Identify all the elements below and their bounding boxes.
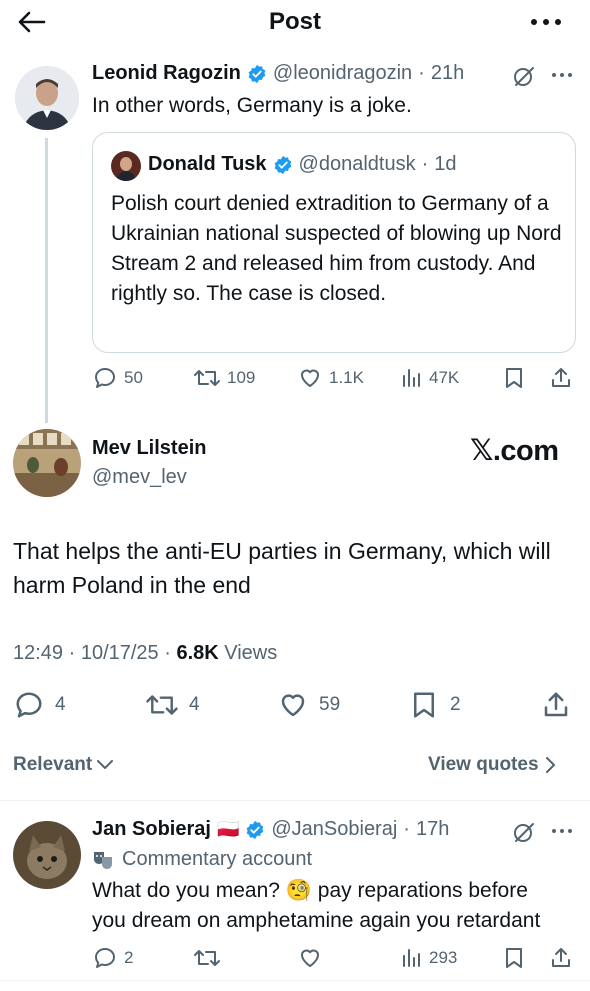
reply-grok-button[interactable]	[512, 820, 536, 844]
flag-emoji: 🇵🇱	[216, 819, 240, 839]
sort-label: Relevant	[13, 754, 93, 775]
reply-author-handle[interactable]: @JanSobieraj	[271, 818, 397, 841]
post-header: Leonid Ragozin @leonidragozin · 21h	[92, 62, 465, 85]
share-icon	[552, 368, 570, 387]
more-horizontal-icon	[531, 19, 561, 25]
post-timestamp: 12:49 · 10/17/25 · 6.8K Views	[13, 642, 277, 665]
bookmark-icon	[506, 948, 522, 968]
reply-avatar[interactable]	[13, 821, 81, 889]
reply-like-button[interactable]	[297, 946, 323, 970]
quote-author-handle: @donaldtusk	[298, 153, 416, 175]
reply-text-line-2: you dream on amphetamine again you retar…	[92, 909, 541, 932]
post-time[interactable]: 21h	[431, 62, 464, 85]
quote-header: Donald Tusk @donaldtusk · 1d	[148, 153, 457, 175]
share-button[interactable]	[549, 366, 573, 390]
grok-button[interactable]	[512, 64, 536, 88]
main-author-name[interactable]: Mev Lilstein	[92, 437, 206, 460]
main-reply-button[interactable]: 4	[13, 690, 66, 720]
sort-relevant-dropdown[interactable]: Relevant	[13, 754, 114, 776]
author-name[interactable]: Leonid Ragozin	[92, 62, 241, 85]
divider	[0, 800, 590, 801]
bottom-divider	[0, 980, 590, 981]
reply-icon	[95, 368, 115, 388]
timestamp-text: 12:49 · 10/17/25 ·	[13, 642, 177, 664]
repost-button[interactable]: 109	[193, 366, 255, 390]
post-more-button[interactable]	[551, 72, 573, 78]
reply-reply-count: 2	[124, 948, 134, 967]
commentary-label: Commentary account	[92, 848, 312, 871]
main-post-text: That helps the anti-EU parties in German…	[13, 538, 551, 598]
more-horizontal-icon	[552, 73, 572, 77]
main-bookmark-count: 2	[450, 694, 461, 715]
share-icon	[544, 692, 568, 717]
main-bookmark-button[interactable]: 2	[410, 690, 461, 720]
repost-icon	[194, 370, 220, 386]
more-horizontal-icon	[552, 829, 572, 833]
heart-icon	[301, 949, 319, 967]
views-button[interactable]: 47K	[401, 366, 459, 390]
reply-more-button[interactable]	[551, 828, 573, 834]
reply-reply-button[interactable]: 2	[92, 946, 133, 970]
like-count: 1.1K	[329, 368, 364, 387]
views-chart-icon	[403, 949, 420, 967]
author-handle[interactable]: @leonidragozin	[273, 62, 412, 85]
reply-views-button[interactable]: 293	[401, 946, 457, 970]
views-chart-icon	[403, 369, 420, 387]
bookmark-icon	[506, 368, 522, 388]
main-like-button[interactable]: 59	[277, 690, 340, 720]
verified-badge-icon	[247, 820, 264, 839]
views-label: Views	[218, 642, 278, 664]
page-title: Post	[268, 8, 321, 35]
chevron-down-icon	[97, 760, 114, 769]
verified-badge-icon	[248, 64, 266, 83]
post-text: In other words, Germany is a joke.	[92, 94, 412, 117]
reply-icon	[16, 692, 42, 718]
main-reply-count: 4	[55, 694, 66, 715]
heart-icon	[301, 369, 319, 387]
heart-icon	[281, 694, 305, 717]
views-count: 47K	[429, 368, 460, 387]
main-avatar[interactable]	[13, 429, 81, 497]
bookmark-button[interactable]	[503, 366, 525, 390]
share-icon	[552, 948, 570, 967]
main-share-button[interactable]	[541, 690, 571, 720]
reply-repost-button[interactable]	[193, 946, 221, 970]
reply-header: Jan Sobieraj 🇵🇱 @JanSobieraj · 17h	[92, 818, 450, 841]
views-total: 6.8K	[176, 642, 219, 664]
repost-icon	[146, 695, 178, 715]
reply-share-button[interactable]	[549, 946, 573, 970]
reply-author-name[interactable]: Jan Sobieraj	[92, 818, 211, 841]
reply-count: 50	[124, 368, 143, 387]
main-author-handle[interactable]: @mev_lev	[92, 466, 187, 489]
like-button[interactable]: 1.1K	[297, 366, 364, 390]
main-repost-count: 4	[189, 694, 200, 715]
bookmark-icon	[414, 692, 434, 718]
verified-badge-icon	[274, 155, 291, 174]
grok-icon	[514, 823, 534, 842]
reply-views-count: 293	[429, 948, 458, 967]
repost-icon	[194, 950, 220, 966]
quote-avatar[interactable]	[111, 151, 141, 181]
reply-bookmark-button[interactable]	[503, 946, 525, 970]
reply-text-line-1: What do you mean? 🧐 pay reparations befo…	[92, 879, 528, 902]
main-like-count: 59	[319, 694, 341, 715]
commentary-text: Commentary account	[122, 848, 313, 870]
grok-icon	[514, 67, 534, 86]
masks-icon	[94, 851, 112, 869]
main-repost-button[interactable]: 4	[145, 690, 200, 720]
reply-button[interactable]: 50	[92, 366, 143, 390]
avatar[interactable]	[15, 66, 79, 130]
quote-author-name: Donald Tusk	[148, 153, 267, 175]
chevron-right-icon	[545, 757, 555, 773]
repost-count: 109	[227, 368, 256, 387]
quote-time: 1d	[434, 153, 457, 175]
quote-text: Polish court denied extradition to Germa…	[111, 192, 562, 305]
more-options-button[interactable]	[528, 16, 564, 30]
reply-time[interactable]: 17h	[416, 818, 449, 841]
view-quotes-link[interactable]: View quotes	[428, 754, 557, 776]
reply-icon	[95, 948, 115, 968]
thread-line	[45, 138, 48, 423]
brand-watermark: 𝕏.com	[470, 435, 559, 467]
view-quotes-label: View quotes	[428, 754, 539, 775]
